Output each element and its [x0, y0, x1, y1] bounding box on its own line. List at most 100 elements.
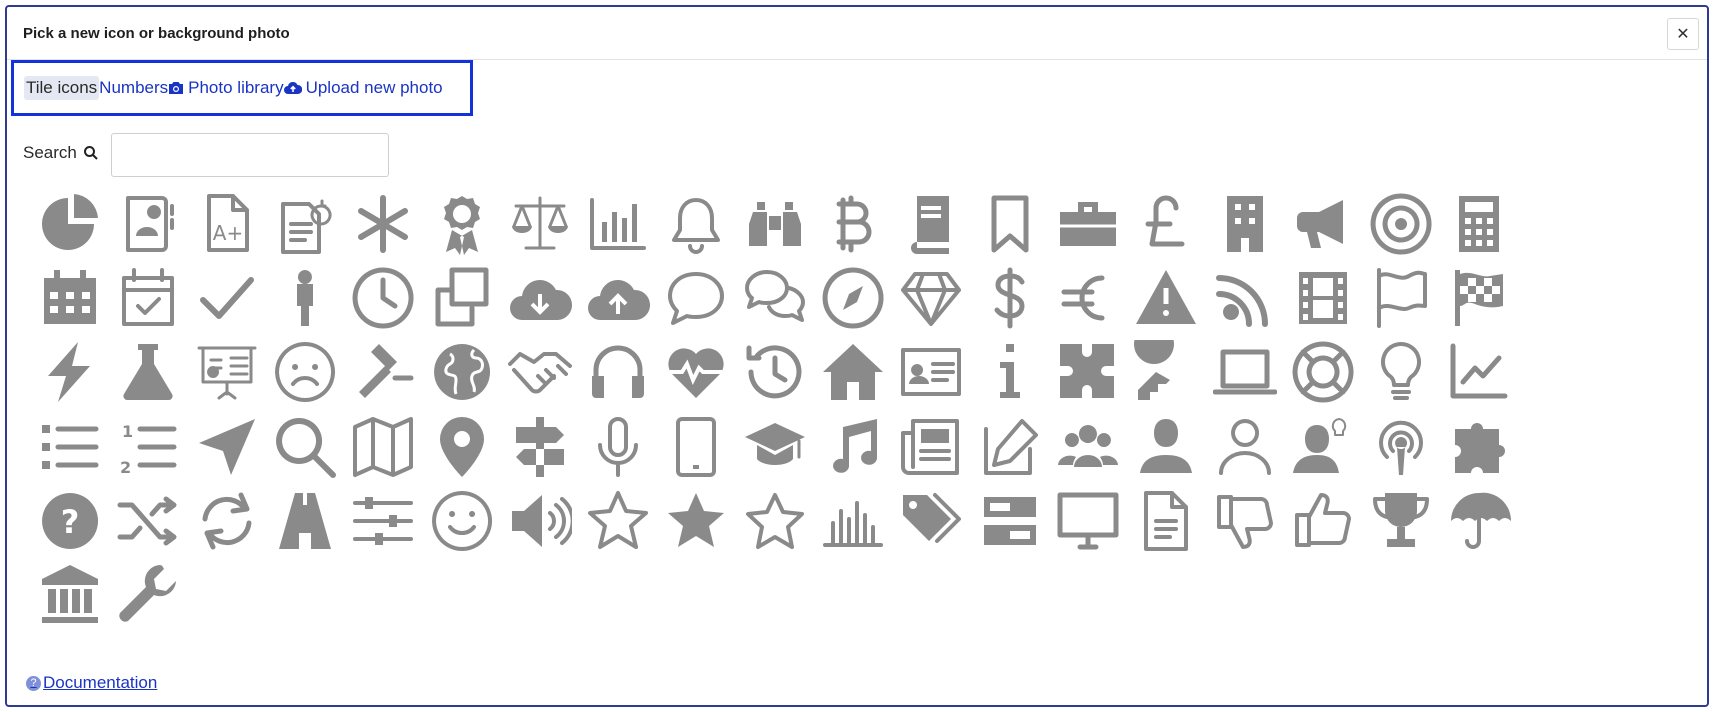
- icon-option-gavel[interactable]: [346, 335, 420, 409]
- icon-option-headphones[interactable]: [581, 335, 655, 409]
- icon-option-id-card[interactable]: [894, 335, 968, 409]
- tab-tile-icons[interactable]: Tile icons: [24, 76, 100, 100]
- icon-option-line-chart[interactable]: [1442, 335, 1516, 409]
- icon-option-map[interactable]: [346, 410, 420, 484]
- icon-option-building[interactable]: [1208, 187, 1282, 261]
- icon-option-bar-chart[interactable]: [581, 187, 655, 261]
- documentation-link[interactable]: ? Documentation: [26, 673, 157, 693]
- icon-option-presentation[interactable]: [190, 335, 264, 409]
- icon-option-rss[interactable]: [1208, 261, 1282, 335]
- icon-option-magnifier[interactable]: [268, 410, 342, 484]
- icon-option-handshake[interactable]: [503, 335, 577, 409]
- icon-option-smile[interactable]: [425, 484, 499, 558]
- icon-option-document-clock[interactable]: [268, 187, 342, 261]
- icon-option-star-half[interactable]: [581, 484, 655, 558]
- icon-option-target[interactable]: [1364, 187, 1438, 261]
- icon-option-globe[interactable]: [425, 335, 499, 409]
- icon-option-map-pin[interactable]: [425, 410, 499, 484]
- icon-option-puzzle[interactable]: [1442, 410, 1516, 484]
- icon-option-laptop[interactable]: [1208, 335, 1282, 409]
- icon-option-key[interactable]: [1129, 335, 1203, 409]
- icon-option-megaphone[interactable]: [1286, 187, 1360, 261]
- icon-option-contact-card[interactable]: [111, 187, 185, 261]
- icon-option-pound[interactable]: [1129, 187, 1203, 261]
- icon-option-users[interactable]: [1051, 410, 1125, 484]
- tab-upload-photo[interactable]: Upload new photo: [283, 76, 443, 100]
- icon-option-edit[interactable]: [973, 410, 1047, 484]
- icon-option-life-ring[interactable]: [1286, 335, 1360, 409]
- icon-option-calculator[interactable]: [1442, 187, 1516, 261]
- icon-option-signpost[interactable]: [503, 410, 577, 484]
- icon-option-warning[interactable]: [1129, 261, 1203, 335]
- icon-option-mobile[interactable]: [659, 410, 733, 484]
- tab-photo-library[interactable]: Photo library: [168, 76, 284, 100]
- tab-numbers[interactable]: Numbers: [99, 76, 168, 100]
- icon-option-location-arrow[interactable]: [190, 410, 264, 484]
- icon-option-person[interactable]: [268, 261, 342, 335]
- icon-option-bookmark[interactable]: [973, 187, 1047, 261]
- icon-option-user-outline[interactable]: [1208, 410, 1282, 484]
- icon-option-numbered-list[interactable]: 12: [111, 410, 185, 484]
- icon-option-star[interactable]: [659, 484, 733, 558]
- icon-option-scales[interactable]: [503, 187, 577, 261]
- icon-option-music[interactable]: [816, 410, 890, 484]
- icon-option-microphone[interactable]: [581, 410, 655, 484]
- icon-option-sad-face[interactable]: [268, 335, 342, 409]
- icon-option-chat-bubbles[interactable]: [738, 261, 812, 335]
- icon-option-shuffle[interactable]: [111, 484, 185, 558]
- icon-option-sliders[interactable]: [346, 484, 420, 558]
- icon-option-user-silhouette[interactable]: [1129, 410, 1203, 484]
- icon-option-cloud-upload[interactable]: [581, 261, 655, 335]
- icon-option-flask[interactable]: [111, 335, 185, 409]
- icon-option-checkmark[interactable]: [190, 261, 264, 335]
- icon-option-thumbs-up[interactable]: [1286, 484, 1360, 558]
- icon-option-road[interactable]: [268, 484, 342, 558]
- icon-option-file-text[interactable]: [1129, 484, 1203, 558]
- icon-option-diamond[interactable]: [894, 261, 968, 335]
- icon-option-thumbs-down[interactable]: [1208, 484, 1282, 558]
- icon-option-monitor[interactable]: [1051, 484, 1125, 558]
- icon-option-flag[interactable]: [1364, 261, 1438, 335]
- icon-option-dollar[interactable]: [973, 261, 1047, 335]
- icon-option-heartbeat[interactable]: [659, 335, 733, 409]
- icon-option-chat-bubble[interactable]: [659, 261, 733, 335]
- icon-option-lightning[interactable]: [33, 335, 107, 409]
- icon-option-wrench[interactable]: [111, 558, 185, 632]
- icon-option-server[interactable]: [973, 484, 1047, 558]
- icon-option-bitcoin[interactable]: [816, 187, 890, 261]
- icon-option-film[interactable]: [1286, 261, 1360, 335]
- icon-option-asterisk[interactable]: [346, 187, 420, 261]
- icon-option-column-chart[interactable]: [816, 484, 890, 558]
- icon-option-compass[interactable]: [816, 261, 890, 335]
- icon-option-grade-file[interactable]: A+: [190, 187, 264, 261]
- icon-option-umbrella[interactable]: [1442, 484, 1516, 558]
- icon-option-graduation-cap[interactable]: [738, 410, 812, 484]
- icon-option-binoculars[interactable]: [738, 187, 812, 261]
- icon-option-user-idea[interactable]: [1286, 410, 1360, 484]
- icon-option-trophy[interactable]: [1364, 484, 1438, 558]
- icon-option-question[interactable]: ?: [33, 484, 107, 558]
- icon-option-podcast[interactable]: [1364, 410, 1438, 484]
- icon-option-history[interactable]: [738, 335, 812, 409]
- icon-option-star-outline[interactable]: [738, 484, 812, 558]
- icon-option-bell[interactable]: [659, 187, 733, 261]
- icon-option-bank[interactable]: [33, 558, 107, 632]
- icon-option-copy[interactable]: [425, 261, 499, 335]
- icon-option-checkered-flag[interactable]: [1442, 261, 1516, 335]
- search-input[interactable]: [111, 133, 389, 177]
- icon-option-puzzle-pieces[interactable]: [1051, 335, 1125, 409]
- icon-option-home[interactable]: [816, 335, 890, 409]
- icon-option-clock[interactable]: [346, 261, 420, 335]
- icon-option-pie-chart[interactable]: [33, 187, 107, 261]
- icon-option-book[interactable]: [894, 187, 968, 261]
- icon-option-lightbulb[interactable]: [1364, 335, 1438, 409]
- close-button[interactable]: ✕: [1667, 18, 1699, 50]
- icon-option-briefcase[interactable]: [1051, 187, 1125, 261]
- icon-option-euro[interactable]: [1051, 261, 1125, 335]
- icon-option-refresh[interactable]: [190, 484, 264, 558]
- icon-option-info[interactable]: [973, 335, 1047, 409]
- icon-option-tags[interactable]: [894, 484, 968, 558]
- icon-option-calendar-check[interactable]: [111, 261, 185, 335]
- icon-option-calendar[interactable]: [33, 261, 107, 335]
- icon-option-list[interactable]: [33, 410, 107, 484]
